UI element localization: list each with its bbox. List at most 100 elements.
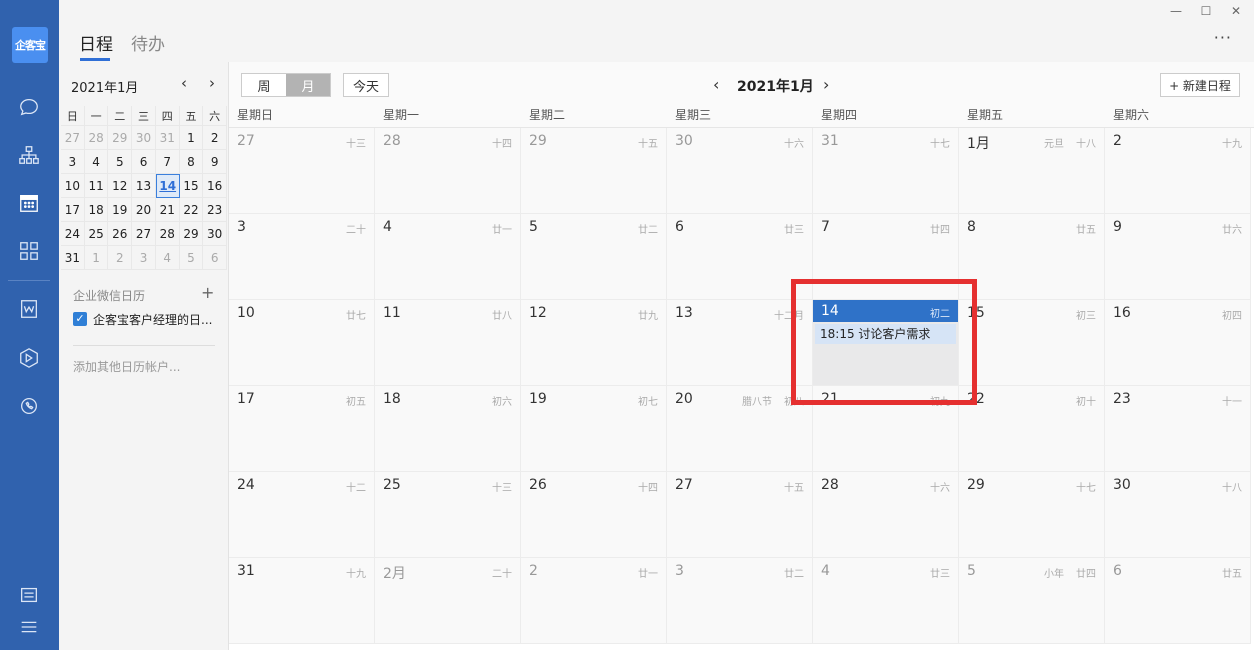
day-cell[interactable]: 23 十一 [1105, 386, 1251, 472]
calendar-icon[interactable] [17, 191, 41, 215]
day-cell[interactable]: 3 廿二 [667, 558, 813, 644]
mini-day[interactable]: 18 [84, 198, 109, 222]
more-options-button[interactable]: ··· [1214, 28, 1232, 47]
close-button[interactable]: ✕ [1226, 4, 1246, 20]
mini-day[interactable]: 6 [132, 150, 156, 174]
day-cell[interactable]: 4 廿三 [813, 558, 959, 644]
day-cell[interactable]: 29 十七 [959, 472, 1105, 558]
day-cell[interactable]: 2 廿一 [521, 558, 667, 644]
minimize-button[interactable]: — [1166, 4, 1186, 20]
month-view-button[interactable]: 月 [286, 74, 330, 96]
day-cell[interactable]: 25 十三 [375, 472, 521, 558]
day-cell[interactable]: 21 初九 [813, 386, 959, 472]
mini-day[interactable]: 16 [203, 174, 228, 198]
today-button[interactable]: 今天 [343, 73, 389, 97]
day-cell[interactable]: 31 十七 [813, 128, 959, 214]
mini-day[interactable]: 14 [155, 174, 180, 198]
day-cell[interactable]: 1月 十八 元旦 [959, 128, 1105, 214]
mini-day[interactable]: 29 [108, 126, 133, 150]
mini-prev-month-button[interactable]: ‹ [181, 74, 187, 92]
mini-day[interactable]: 10 [61, 174, 85, 198]
day-cell[interactable]: 30 十六 [667, 128, 813, 214]
day-cell[interactable]: 30 十八 [1105, 472, 1251, 558]
mini-day[interactable]: 21 [155, 198, 180, 222]
mini-day[interactable]: 28 [84, 126, 109, 150]
day-cell[interactable]: 20 初八 腊八节 [667, 386, 813, 472]
day-cell[interactable]: 2 十九 [1105, 128, 1251, 214]
mini-day[interactable]: 11 [84, 174, 109, 198]
drive-icon[interactable] [17, 346, 41, 370]
day-cell[interactable]: 19 初七 [521, 386, 667, 472]
mini-day[interactable]: 7 [155, 150, 180, 174]
mini-day[interactable]: 31 [61, 246, 85, 270]
day-cell[interactable]: 31 十九 [229, 558, 375, 644]
mini-day[interactable]: 29 [179, 222, 204, 246]
calendar-checkbox[interactable]: ✓ [73, 312, 87, 326]
day-cell[interactable]: 11 廿八 [375, 300, 521, 386]
apps-grid-icon[interactable] [17, 239, 41, 263]
mini-day[interactable]: 8 [179, 150, 204, 174]
mini-day[interactable]: 30 [203, 222, 228, 246]
event-item[interactable]: 18:15 讨论客户需求 [815, 324, 956, 344]
mini-day[interactable]: 20 [132, 198, 156, 222]
mini-day[interactable]: 12 [108, 174, 133, 198]
day-cell[interactable]: 5 廿四 小年 [959, 558, 1105, 644]
next-month-button[interactable]: › [823, 75, 829, 94]
day-cell[interactable]: 24 十二 [229, 472, 375, 558]
mini-day[interactable]: 9 [203, 150, 228, 174]
mini-day[interactable]: 13 [132, 174, 156, 198]
chat-icon[interactable] [17, 95, 41, 119]
day-cell[interactable]: 16 初四 [1105, 300, 1251, 386]
mini-day[interactable]: 23 [203, 198, 228, 222]
mini-day[interactable]: 6 [203, 246, 228, 270]
mini-day[interactable]: 2 [108, 246, 133, 270]
mini-day[interactable]: 17 [61, 198, 85, 222]
mini-day[interactable]: 4 [84, 150, 109, 174]
mini-day[interactable]: 22 [179, 198, 204, 222]
day-cell[interactable]: 26 十四 [521, 472, 667, 558]
org-chart-icon[interactable] [17, 143, 41, 167]
day-cell[interactable]: 27 十五 [667, 472, 813, 558]
mini-day[interactable]: 27 [132, 222, 156, 246]
doc-icon[interactable] [17, 297, 41, 321]
mini-day[interactable]: 28 [155, 222, 180, 246]
mini-day[interactable]: 27 [61, 126, 85, 150]
week-view-button[interactable]: 周 [242, 74, 286, 96]
add-calendar-button[interactable]: + [201, 283, 214, 302]
day-cell[interactable]: 18 初六 [375, 386, 521, 472]
cloud-phone-icon[interactable] [17, 394, 41, 418]
new-event-button[interactable]: + 新建日程 [1160, 73, 1240, 97]
day-cell[interactable]: 17 初五 [229, 386, 375, 472]
day-cell[interactable]: 10 廿七 [229, 300, 375, 386]
tab-todo[interactable]: 待办 [131, 30, 165, 55]
mini-day[interactable]: 30 [132, 126, 156, 150]
mini-day[interactable]: 19 [108, 198, 133, 222]
day-cell[interactable]: 14 初二 18:15 讨论客户需求 [813, 300, 959, 386]
day-cell[interactable]: 13 十二月 [667, 300, 813, 386]
day-cell[interactable]: 4 廿一 [375, 214, 521, 300]
mini-day[interactable]: 3 [61, 150, 85, 174]
day-cell[interactable]: 6 廿三 [667, 214, 813, 300]
day-cell[interactable]: 28 十六 [813, 472, 959, 558]
mini-day[interactable]: 4 [155, 246, 180, 270]
mini-day[interactable]: 2 [203, 126, 228, 150]
day-cell[interactable]: 29 十五 [521, 128, 667, 214]
day-cell[interactable]: 6 廿五 [1105, 558, 1251, 644]
maximize-button[interactable]: ☐ [1196, 4, 1216, 20]
day-cell[interactable]: 27 十三 [229, 128, 375, 214]
day-cell[interactable]: 7 廿四 [813, 214, 959, 300]
day-cell[interactable]: 2月 二十 [375, 558, 521, 644]
day-cell[interactable]: 28 十四 [375, 128, 521, 214]
calendar-name[interactable]: 企客宝客户经理的日... [93, 311, 217, 328]
mini-day[interactable]: 25 [84, 222, 109, 246]
mini-day[interactable]: 3 [132, 246, 156, 270]
tab-schedule[interactable]: 日程 [79, 30, 113, 55]
mini-day[interactable]: 5 [179, 246, 204, 270]
menu-icon[interactable] [17, 615, 41, 639]
app-logo[interactable]: 企客宝 [12, 27, 48, 63]
day-cell[interactable]: 5 廿二 [521, 214, 667, 300]
mini-next-month-button[interactable]: › [209, 74, 215, 92]
mini-day[interactable]: 15 [179, 174, 204, 198]
day-cell[interactable]: 9 廿六 [1105, 214, 1251, 300]
day-cell[interactable]: 3 二十 [229, 214, 375, 300]
